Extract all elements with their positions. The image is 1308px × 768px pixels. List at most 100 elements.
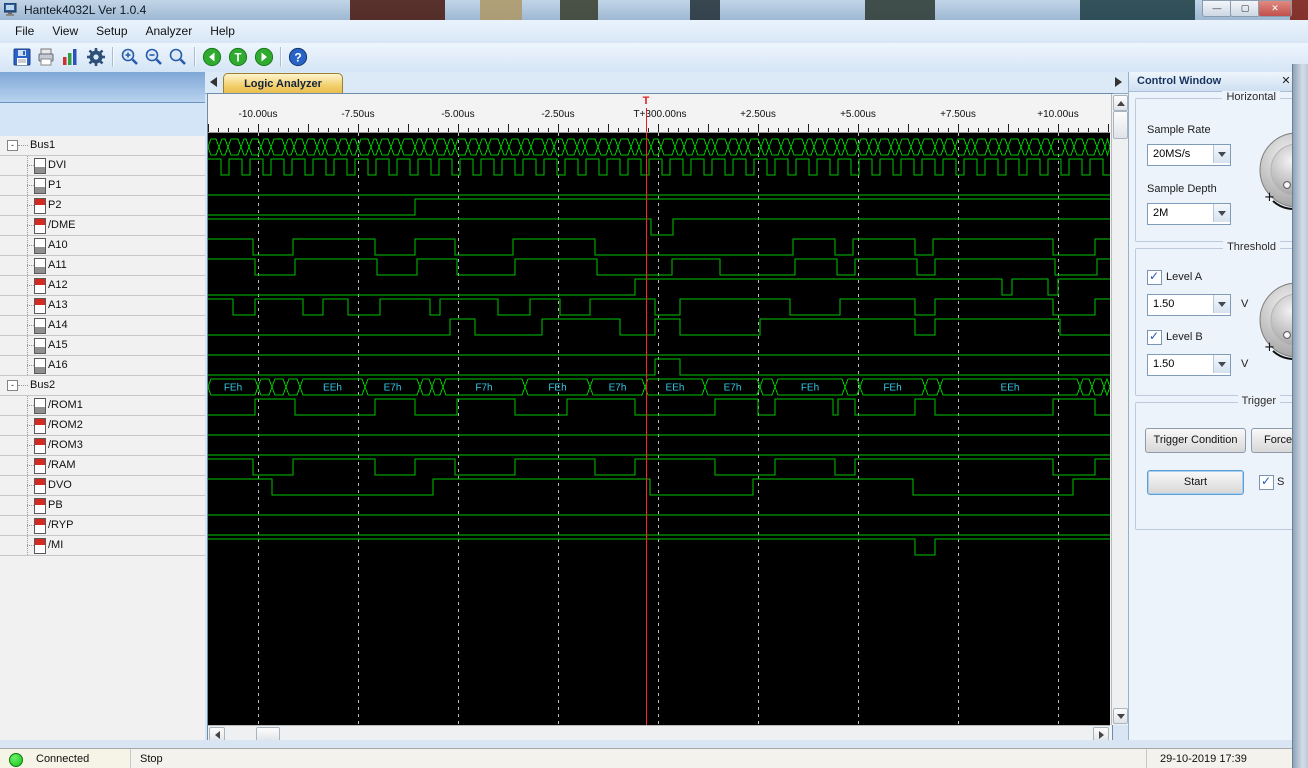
- scroll-down-icon[interactable]: [1113, 708, 1128, 724]
- svg-text:E7h: E7h: [384, 383, 402, 394]
- tree-connector: [27, 545, 34, 547]
- sample-rate-dropdown[interactable]: 20MS/s: [1147, 144, 1231, 166]
- channel-state-icon: [34, 198, 46, 214]
- channel-row-rom3[interactable]: /ROM3: [0, 436, 205, 456]
- bus-group-label: Bus1: [30, 139, 56, 151]
- settings-gear-icon[interactable]: [86, 47, 106, 67]
- single-checkbox-label: S: [1277, 476, 1285, 488]
- tab-logic-analyzer[interactable]: Logic Analyzer: [223, 73, 343, 94]
- channel-row-rom1[interactable]: /ROM1: [0, 396, 205, 416]
- channel-row-rom2[interactable]: /ROM2: [0, 416, 205, 436]
- channel-state-icon: [34, 158, 46, 174]
- trace-a14: [208, 318, 1110, 336]
- go-trigger-icon[interactable]: T: [228, 47, 248, 67]
- chart-icon[interactable]: [60, 47, 80, 67]
- print-icon[interactable]: [36, 47, 56, 67]
- save-icon[interactable]: [12, 47, 32, 67]
- vertical-scrollbar[interactable]: [1111, 94, 1128, 725]
- tree-connector: [27, 305, 34, 307]
- tree-connector: [18, 145, 28, 147]
- channel-label: /MI: [48, 539, 64, 551]
- channel-row-dvi[interactable]: DVI: [0, 156, 205, 176]
- title-bar[interactable]: Hantek4032L Ver 1.0.4 — ▢ ✕: [0, 0, 1308, 21]
- maximize-button[interactable]: ▢: [1230, 0, 1260, 17]
- go-next-icon[interactable]: [254, 47, 274, 67]
- bus-group-label: Bus2: [30, 379, 56, 391]
- channel-row-pb[interactable]: PB: [0, 496, 205, 516]
- level-a-checkbox[interactable]: [1147, 269, 1162, 285]
- chevron-down-icon[interactable]: [1213, 295, 1230, 313]
- channel-row-p2[interactable]: P2: [0, 196, 205, 216]
- menu-setup[interactable]: Setup: [87, 20, 136, 38]
- svg-text:?: ?: [294, 51, 301, 65]
- scroll-up-icon[interactable]: [1113, 95, 1128, 111]
- channel-state-icon: [34, 258, 46, 274]
- waveform-display[interactable]: FEh EEh E7h F7h FEh E7h EEh E7h FEh FEh EEh: [207, 133, 1111, 725]
- close-button[interactable]: ✕: [1258, 0, 1292, 17]
- channel-label: P1: [48, 179, 62, 191]
- channel-row-ram[interactable]: /RAM: [0, 456, 205, 476]
- channel-row-a16[interactable]: A16: [0, 356, 205, 376]
- zoom-in-icon[interactable]: [120, 47, 140, 67]
- collapse-toggle-icon[interactable]: -: [7, 140, 18, 151]
- channel-state-icon: [34, 438, 46, 454]
- bus-group-row-bus1[interactable]: - Bus1: [0, 136, 205, 156]
- svg-text:T: T: [234, 53, 241, 65]
- channel-row-a15[interactable]: A15: [0, 336, 205, 356]
- chevron-down-icon[interactable]: [1213, 355, 1230, 373]
- tree-connector: [27, 425, 34, 427]
- svg-text:FEh: FEh: [224, 383, 242, 394]
- level-b-value: 1.50: [1153, 358, 1175, 370]
- timeline-ruler[interactable]: -10.00us -7.50us -5.00us -2.50us T+300.00ns +…: [208, 94, 1110, 133]
- level-b-checkbox[interactable]: [1147, 329, 1162, 345]
- channel-row-dvo[interactable]: DVO: [0, 476, 205, 496]
- start-button[interactable]: Start: [1147, 470, 1244, 495]
- channel-row-ryp[interactable]: /RYP: [0, 516, 205, 536]
- chevron-down-icon[interactable]: [1213, 204, 1230, 222]
- collapse-toggle-icon[interactable]: -: [7, 380, 18, 391]
- menu-analyzer[interactable]: Analyzer: [137, 20, 202, 38]
- level-b-unit: V: [1241, 358, 1249, 370]
- timeline-tick-label: +2.50us: [740, 109, 776, 120]
- channel-row-a12[interactable]: A12: [0, 276, 205, 296]
- minimize-button[interactable]: —: [1202, 0, 1232, 17]
- zoom-out-icon[interactable]: [144, 47, 164, 67]
- tab-scroll-left-icon[interactable]: [210, 77, 217, 87]
- trace-ram: [208, 458, 1110, 476]
- tab-scroll-right-icon[interactable]: [1115, 77, 1122, 87]
- channel-state-icon: [34, 178, 46, 194]
- zoom-reset-icon[interactable]: [168, 47, 188, 67]
- vertical-scroll-thumb[interactable]: [1113, 111, 1128, 139]
- bus-group-row-bus2[interactable]: - Bus2: [0, 376, 205, 396]
- single-checkbox[interactable]: [1259, 474, 1274, 490]
- channel-row-p1[interactable]: P1: [0, 176, 205, 196]
- level-b-dropdown[interactable]: 1.50: [1147, 354, 1231, 376]
- sample-depth-dropdown[interactable]: 2M: [1147, 203, 1231, 225]
- channel-row-mi[interactable]: /MI: [0, 536, 205, 556]
- menu-help[interactable]: Help: [201, 20, 244, 38]
- channel-state-icon: [34, 318, 46, 334]
- trigger-marker[interactable]: T: [643, 95, 650, 107]
- channel-sidebar: - Bus1 DVI P1 P2/DME A10 A11 A12 A13 A14 A15 A16 - Bu…: [0, 72, 206, 740]
- channel-row-a14[interactable]: A14: [0, 316, 205, 336]
- acquisition-state-text: Stop: [140, 753, 163, 765]
- connection-status-icon: [9, 753, 23, 767]
- channel-row-a11[interactable]: A11: [0, 256, 205, 276]
- channel-state-icon: [34, 278, 46, 294]
- channel-row-dme[interactable]: /DME: [0, 216, 205, 236]
- help-icon[interactable]: ?: [288, 47, 308, 67]
- go-previous-icon[interactable]: [202, 47, 222, 67]
- chevron-down-icon[interactable]: [1213, 145, 1230, 163]
- channel-row-a13[interactable]: A13: [0, 296, 205, 316]
- menu-file[interactable]: File: [6, 20, 43, 38]
- channel-state-icon: [34, 398, 46, 414]
- tree-connector: [27, 365, 34, 367]
- menu-view[interactable]: View: [43, 20, 87, 38]
- level-a-dropdown[interactable]: 1.50: [1147, 294, 1231, 316]
- timeline-tick-label: +7.50us: [940, 109, 976, 120]
- control-window-titlebar[interactable]: Control Window ✕: [1129, 72, 1308, 92]
- channel-row-a10[interactable]: A10: [0, 236, 205, 256]
- trigger-condition-button[interactable]: Trigger Condition: [1145, 428, 1246, 453]
- tree-connector: [27, 325, 34, 327]
- control-window-close-icon[interactable]: ✕: [1279, 74, 1293, 88]
